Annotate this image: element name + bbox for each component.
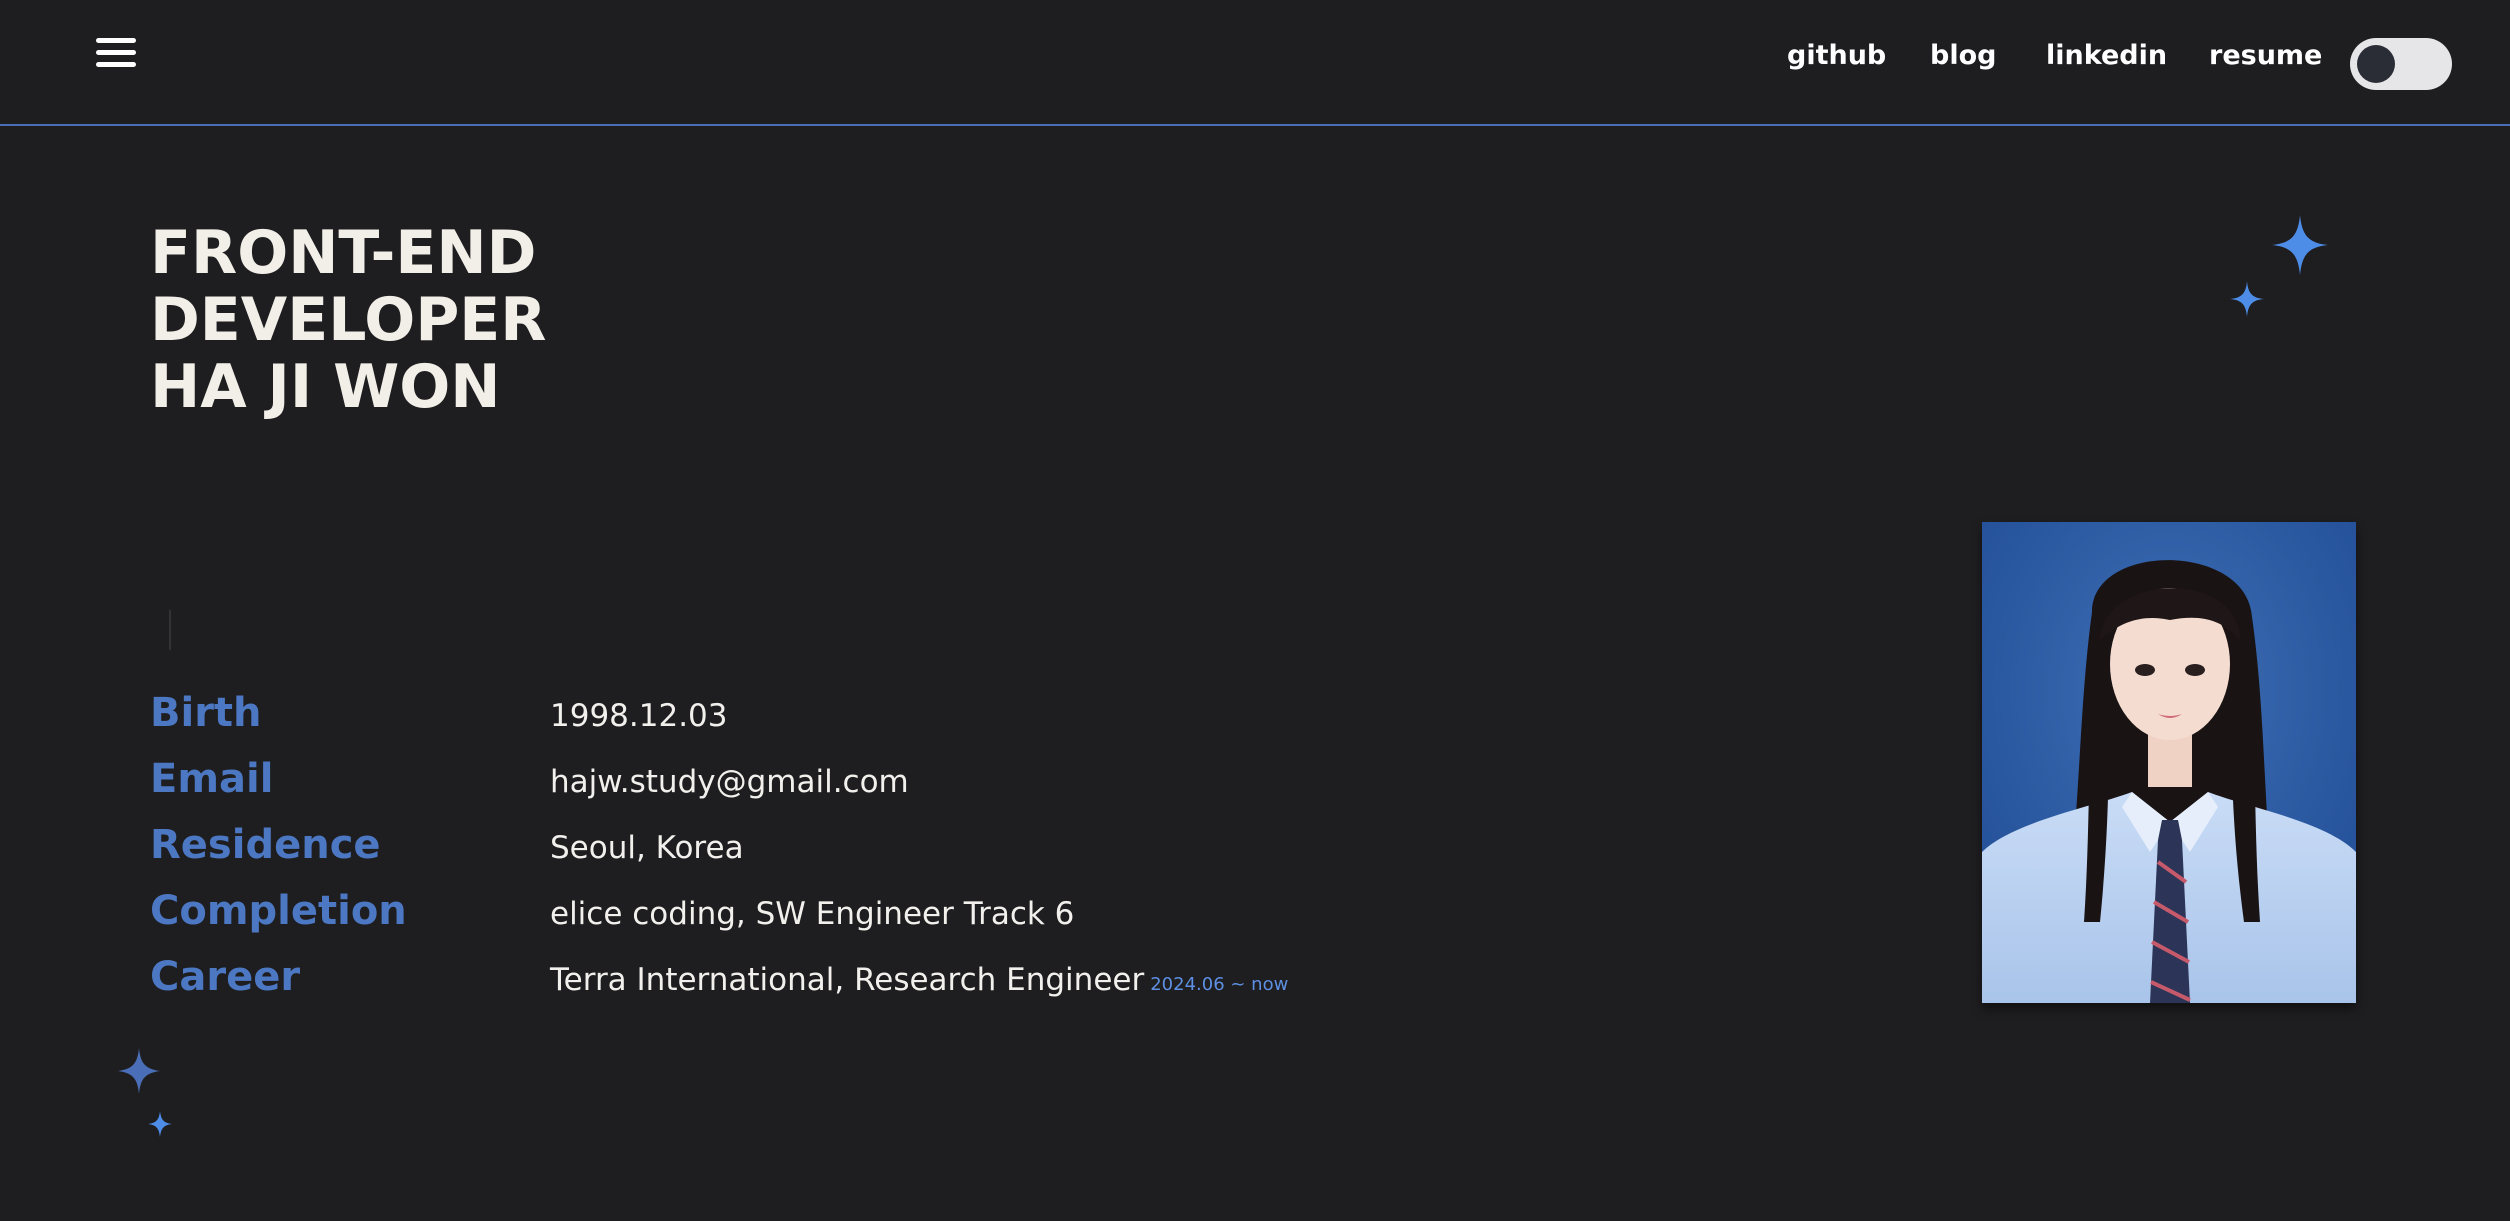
info-value: 1998.12.03 bbox=[550, 698, 728, 734]
info-value: hajw.study@gmail.com bbox=[550, 764, 909, 800]
info-label: Completion bbox=[150, 888, 407, 934]
hero-title-line: DEVELOPER bbox=[150, 285, 547, 355]
profile-photo bbox=[1982, 522, 2356, 1003]
menu-bar bbox=[96, 38, 136, 43]
sparkle-icon bbox=[118, 1048, 160, 1094]
nav-link-linkedin[interactable]: linkedin bbox=[2046, 40, 2167, 71]
info-value: Seoul, Korea bbox=[550, 830, 744, 866]
info-label: Residence bbox=[150, 822, 381, 868]
info-row-birth: Birth 1998.12.03 bbox=[150, 690, 1450, 750]
hero-title-line: HA JI WON bbox=[150, 352, 501, 422]
hero-title-line: FRONT-END bbox=[150, 218, 537, 288]
career-period: 2024.06 ~ now bbox=[1150, 974, 1289, 995]
info-row-completion: Completion elice coding, SW Engineer Tra… bbox=[150, 888, 1450, 948]
info-value: Terra International, Research Engineer 20… bbox=[550, 962, 1288, 998]
hero-title: FRONT-END DEVELOPER HA JI WON bbox=[150, 220, 546, 421]
theme-toggle-switch[interactable] bbox=[2350, 38, 2452, 90]
sparkle-icon bbox=[2230, 281, 2264, 317]
nav-link-blog[interactable]: blog bbox=[1930, 40, 1996, 71]
info-row-email: Email hajw.study@gmail.com bbox=[150, 756, 1450, 816]
info-label: Email bbox=[150, 756, 274, 802]
info-label: Birth bbox=[150, 690, 262, 736]
menu-bar bbox=[96, 50, 136, 55]
menu-bar bbox=[96, 62, 136, 67]
top-header: github blog linkedin resume bbox=[0, 0, 2510, 126]
sparkle-icon bbox=[148, 1111, 172, 1137]
nav-link-resume[interactable]: resume bbox=[2209, 40, 2322, 71]
profile-photo-image bbox=[1982, 522, 2356, 1003]
info-row-residence: Residence Seoul, Korea bbox=[150, 822, 1450, 882]
divider-marker bbox=[169, 610, 171, 650]
info-value: elice coding, SW Engineer Track 6 bbox=[550, 896, 1075, 932]
hamburger-menu-icon[interactable] bbox=[96, 36, 138, 70]
info-label: Career bbox=[150, 954, 301, 1000]
career-text: Terra International, Research Engineer bbox=[550, 962, 1145, 998]
toggle-knob bbox=[2357, 45, 2395, 83]
sparkle-icon bbox=[2272, 215, 2328, 275]
nav-link-github[interactable]: github bbox=[1787, 40, 1886, 71]
info-row-career: Career Terra International, Research Eng… bbox=[150, 954, 1450, 1014]
